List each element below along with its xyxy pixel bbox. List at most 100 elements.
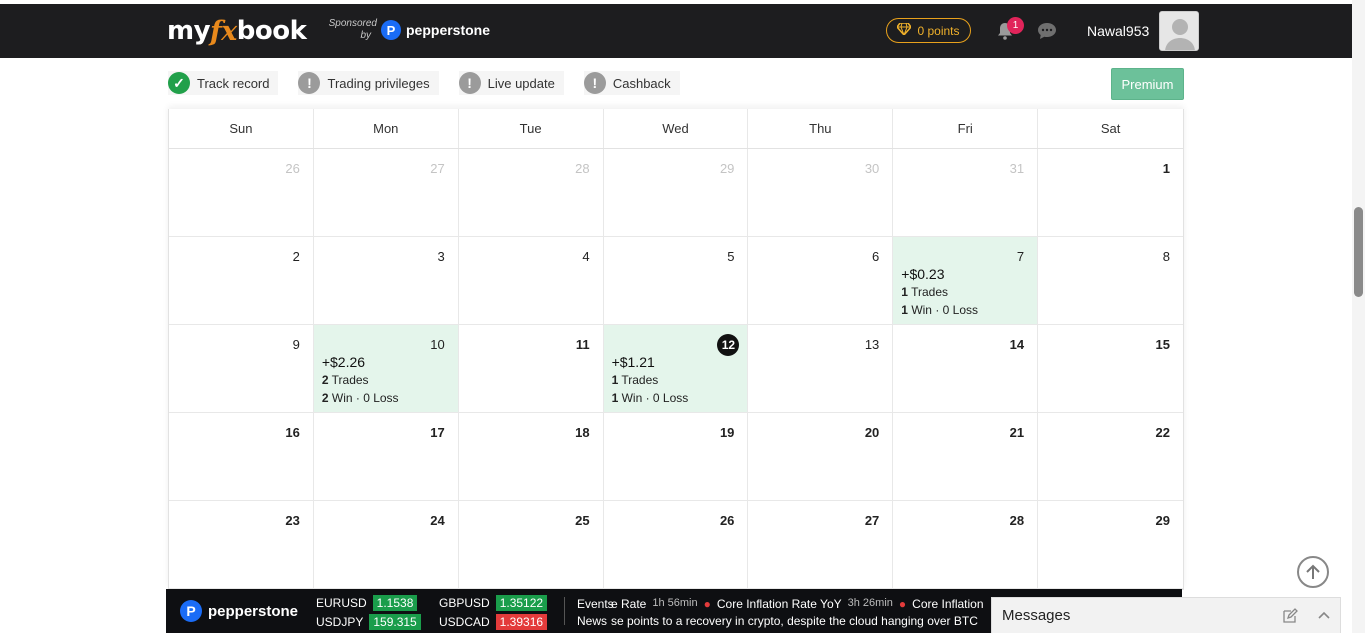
- calendar-day-cell: 22: [1038, 413, 1183, 501]
- day-trade-summary: +$1.21 1 Trades 1 Win · 0 Loss: [612, 353, 689, 407]
- event-dot-icon: ●: [703, 597, 711, 611]
- quote-pair: USDJPY: [316, 615, 364, 629]
- day-number: 2: [292, 249, 300, 264]
- scroll-to-top-button[interactable]: [1297, 556, 1329, 588]
- pepperstone-mark-icon: P: [180, 600, 202, 622]
- day-number: 27: [864, 513, 880, 528]
- event-time: 1h 56min: [652, 597, 698, 609]
- quote-value: 1.35122: [495, 595, 548, 611]
- ticker-pepperstone-logo[interactable]: P pepperstone: [180, 600, 298, 622]
- calendar-day-cell: 11: [458, 325, 604, 413]
- quote-usdcad[interactable]: USDCAD 1.39316: [439, 614, 548, 630]
- day-number: 26: [285, 161, 300, 176]
- quote-pair: USDCAD: [439, 615, 490, 629]
- event-name: Core Inflation: [912, 597, 984, 611]
- day-trades: 1 Trades: [901, 283, 978, 301]
- day-number: 29: [1155, 513, 1170, 528]
- status-trading-privileges[interactable]: ! Trading privileges: [298, 71, 439, 95]
- quote-gbpusd[interactable]: GBPUSD 1.35122: [439, 595, 548, 611]
- status-track-record[interactable]: ✓ Track record: [168, 71, 279, 95]
- calendar-day-cell: 5: [603, 237, 749, 325]
- calendar-day-cell: 20: [748, 413, 894, 501]
- calendar-day-cell[interactable]: 12 +$1.21 1 Trades 1 Win · 0 Loss: [603, 325, 749, 413]
- day-number: 30: [864, 161, 880, 176]
- exclamation-icon: !: [583, 72, 606, 94]
- calendar-day-cell: 14: [893, 325, 1039, 413]
- points-badge[interactable]: 0 points: [886, 18, 971, 43]
- diamond-icon: [896, 22, 913, 38]
- day-number: 19: [719, 425, 735, 440]
- weekday-header: Sun Mon Tue Wed Thu Fri Sat: [169, 109, 1183, 149]
- page-scrollbar[interactable]: [1352, 0, 1365, 633]
- trades-count: 1: [901, 285, 908, 299]
- sponsored-by: by: [360, 30, 371, 41]
- day-number: 28: [1009, 513, 1025, 528]
- calendar-day-cell[interactable]: 10 +$2.26 2 Trades 2 Win · 0 Loss: [313, 325, 459, 413]
- ticker-divider: [564, 597, 565, 625]
- status-label: Track record: [197, 75, 270, 91]
- avatar[interactable]: [1159, 11, 1199, 51]
- quote-eurusd[interactable]: EURUSD 1.1538: [316, 595, 418, 611]
- calendar-day-cell: 30: [748, 149, 894, 237]
- calendar-day-cell[interactable]: 7 +$0.23 1 Trades 1 Win · 0 Loss: [893, 237, 1039, 325]
- logo-book: book: [236, 16, 307, 46]
- trading-calendar: Sun Mon Tue Wed Thu Fri Sat 26 27 28 29 30 31…: [168, 109, 1184, 590]
- day-number: 5: [727, 249, 735, 264]
- calendar-day-cell: 28: [893, 501, 1039, 589]
- calendar-grid: 26 27 28 29 30 31 1 2 3 4 5 6 7 +$0.23 1 Trades 1 Win ·…: [169, 149, 1183, 589]
- weekday-sat: Sat: [1100, 121, 1121, 136]
- day-number: 28: [575, 161, 590, 176]
- pepperstone-logo[interactable]: P pepperstone: [381, 20, 490, 40]
- today-day-number: 12: [717, 334, 740, 356]
- calendar-day-cell: 31: [893, 149, 1039, 237]
- day-number: 27: [430, 161, 445, 176]
- day-profit: +$1.21: [611, 354, 655, 370]
- day-trade-summary: +$0.23 1 Trades 1 Win · 0 Loss: [901, 265, 978, 319]
- scrollbar-thumb[interactable]: [1354, 207, 1363, 297]
- calendar-day-cell: 3: [313, 237, 459, 325]
- event-name: Core Inflation Rate YoY: [716, 597, 842, 611]
- chevron-up-icon[interactable]: [1317, 610, 1331, 620]
- messages-title: Messages: [1002, 607, 1071, 624]
- sponsor-name: pepperstone: [406, 22, 491, 38]
- logo-fx: fx: [210, 15, 237, 47]
- quote-pair: EURUSD: [316, 596, 367, 610]
- messages-panel[interactable]: Messages: [991, 597, 1341, 633]
- calendar-day-cell: 19: [603, 413, 749, 501]
- status-live-update[interactable]: ! Live update: [458, 71, 564, 95]
- day-number: 15: [1155, 337, 1170, 352]
- quote-value: 1.39316: [495, 614, 548, 630]
- chat-icon[interactable]: [1037, 22, 1057, 40]
- quote-usdjpy[interactable]: USDJPY 159.315: [316, 614, 421, 630]
- day-number: 29: [719, 161, 735, 176]
- premium-button[interactable]: Premium: [1111, 68, 1184, 100]
- trades-label: Trades: [621, 373, 659, 387]
- day-profit: +$0.23: [901, 266, 945, 282]
- calendar-day-cell: 29: [1038, 501, 1183, 589]
- events-scroller[interactable]: e Rate 1h 56min ● Core Inflation Rate Yo…: [611, 597, 991, 611]
- day-number: 18: [575, 425, 590, 440]
- day-number: 4: [582, 249, 590, 264]
- logo-my: my: [167, 16, 211, 46]
- status-label: Live update: [487, 75, 555, 91]
- weekday-sun: Sun: [169, 109, 314, 148]
- status-cashback[interactable]: ! Cashback: [583, 71, 680, 95]
- calendar-day-cell: 25: [458, 501, 604, 589]
- day-number: 13: [864, 337, 880, 352]
- day-number: 17: [430, 425, 445, 440]
- day-number: 21: [1009, 425, 1025, 440]
- day-number: 1: [1162, 161, 1170, 176]
- day-number: 14: [1009, 337, 1025, 352]
- day-win-loss: 1 Win · 0 Loss: [901, 301, 978, 319]
- compose-icon[interactable]: [1282, 608, 1298, 624]
- calendar-day-cell: 17: [313, 413, 459, 501]
- username[interactable]: Nawal953: [1087, 23, 1149, 39]
- day-number: 26: [719, 513, 735, 528]
- news-scroller[interactable]: se points to a recovery in crypto, despi…: [611, 614, 991, 628]
- myfxbook-logo[interactable]: my fx book: [167, 14, 307, 48]
- calendar-day-cell: 16: [169, 413, 314, 501]
- day-win-loss: 1 Win · 0 Loss: [612, 389, 689, 407]
- exclamation-icon: !: [298, 72, 321, 94]
- day-number: 6: [872, 249, 880, 264]
- trades-count: 1: [611, 373, 619, 387]
